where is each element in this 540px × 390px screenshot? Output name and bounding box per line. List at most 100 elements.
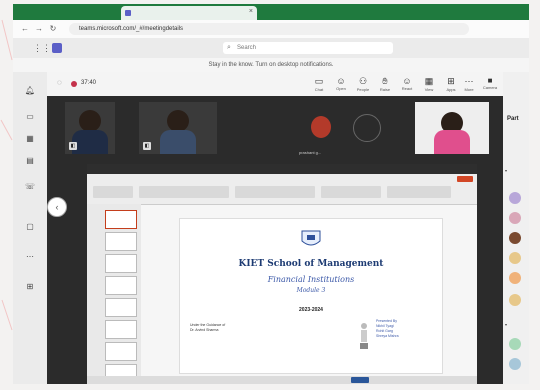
guide-name: Dr. Arvind Sharma [190,328,219,332]
people-button[interactable]: ⚇ People [353,76,373,92]
participant-video-3[interactable] [415,102,489,154]
camera-button[interactable]: ■ Camera [477,76,503,90]
participant-body [72,130,108,154]
apps-button[interactable]: ⊞ Apps [441,76,461,92]
more-icon: ⋯ [26,252,34,261]
search-input[interactable]: ⌕ Search [223,42,393,54]
browser-tab-bar: × [13,4,529,20]
slide-thumbnail[interactable] [105,254,137,273]
raise-label: Raise [379,87,391,92]
address-bar: ← → ↻ teams.microsoft.com/_#/meetingdeta… [13,20,529,39]
participant-video-2[interactable]: ◧ [139,102,217,154]
view-label: View [424,87,434,92]
slide-module: Module 3 [296,287,326,294]
college-crest-logo [301,230,321,246]
participant-avatar[interactable] [509,232,521,244]
slide-presenters: Presented By Nikhil Tyagi Rohit Garg Shr… [376,319,399,339]
calendar-icon: ▤ [26,156,34,165]
people-icon: ☺ [336,76,346,86]
open-button[interactable]: ☺ Open [331,76,351,91]
refresh-icon[interactable]: ↻ [47,23,59,35]
more-button[interactable]: ⋯ More [459,76,479,92]
slide-thumbnails [87,204,141,384]
slide-thumbnail[interactable] [105,342,137,361]
slide-thumbnail[interactable] [105,320,137,339]
participant-avatar[interactable] [509,192,521,204]
chat-icon: ▭ [26,112,34,121]
mic-off-icon: ◧ [143,142,151,150]
files-icon: ▢ [26,222,34,231]
camera-icon: ■ [487,76,493,85]
slide-year: 2023-2024 [299,307,323,313]
ppt-title-bar [87,164,477,174]
recording-indicator [71,81,77,87]
apps-icon: ⊞ [26,282,34,291]
slide-subtitle: Financial Institutions [267,275,355,284]
apps-label: Apps [446,87,456,92]
participants-icon: ⚇ [358,76,368,86]
url-field[interactable]: teams.microsoft.com/_#/meetingdetails [69,23,469,35]
rail-apps[interactable]: ⊞ [19,282,41,291]
close-tab-icon[interactable]: × [249,8,253,15]
ribbon-paragraph [235,186,315,198]
collapse-chevron-icon[interactable]: ▾ [505,168,507,173]
bell-icon: 🔔︎ [24,86,36,95]
notes-button[interactable] [351,377,369,383]
teams-icon: ▦ [26,134,34,143]
ppt-ribbon [87,174,477,205]
rail-chat[interactable]: ▭ [19,112,41,121]
participant-avatar[interactable] [509,294,521,306]
ppt-status-bar [87,376,477,384]
mic-off-icon: ◧ [69,142,77,150]
rail-teams[interactable]: ▦ [19,134,41,143]
notification-banner[interactable]: Stay in the know. Turn on desktop notifi… [13,58,529,72]
forward-icon[interactable]: → [33,23,45,35]
rail-calendar[interactable]: ▤ [19,156,41,165]
participant-body [434,130,470,154]
participant-face [167,110,189,132]
rail-calls[interactable]: ☏ [19,182,41,191]
open-label: Open [336,86,346,91]
participant-face [79,110,101,132]
participant-video-1[interactable]: ◧ [65,102,115,154]
screen-frame: × ← → ↻ teams.microsoft.com/_#/meetingde… [13,4,529,384]
rail-activity[interactable]: 🔔︎ [19,86,41,95]
chat-icon: ▭ [314,76,324,86]
participant-placeholder-avatar [353,114,381,142]
panel-title: Part [507,116,519,122]
participant-avatar[interactable] [509,212,521,224]
more-label: More [464,87,474,92]
slide-guidance: Under the Guidance of Dr. Arvind Sharma [190,323,225,333]
teams-header: ⋮⋮ ⌕ Search [13,38,529,58]
share-button[interactable] [457,176,473,182]
rail-more[interactable]: ⋯ [19,252,41,261]
react-button[interactable]: ☺ React [397,76,417,91]
participant-body [160,130,196,154]
chat-button[interactable]: ▭ Chat [309,76,329,92]
phone-icon: ☏ [24,182,35,191]
ribbon-drawing [321,186,381,198]
slide-thumbnail[interactable] [105,232,137,251]
meeting-timer: 37:40 [81,80,97,86]
participant-avatar[interactable] [509,272,521,284]
rail-files[interactable]: ▢ [19,222,41,231]
teams-logo [52,43,62,53]
participant-avatar[interactable] [509,338,521,350]
slide-thumbnail[interactable] [105,298,137,317]
meeting-stage: ◌ 37:40 ▭ Chat ☺ Open ⚇ People ✋︎ Raise ☺ Rea… [47,72,503,384]
view-button[interactable]: ▦ View [419,76,439,92]
browser-tab[interactable]: × [121,6,257,20]
collapse-chevron-icon[interactable]: ▾ [505,322,507,327]
participant-avatar[interactable] [509,358,521,370]
slide-thumbnail[interactable] [105,210,137,229]
raise-hand-button[interactable]: ✋︎ Raise [375,76,395,92]
app-launcher-icon[interactable]: ⋮⋮ [33,43,51,54]
ribbon-editing [387,186,451,198]
react-label: React [401,86,413,91]
slide-thumbnail[interactable] [105,276,137,295]
participant-avatar[interactable] [509,252,521,264]
shared-screen: KIET School of Management Financial Inst… [87,164,477,384]
background-decoration [0,19,13,331]
scroll-left-button[interactable]: ‹ [47,197,67,217]
back-icon[interactable]: ← [19,23,31,35]
